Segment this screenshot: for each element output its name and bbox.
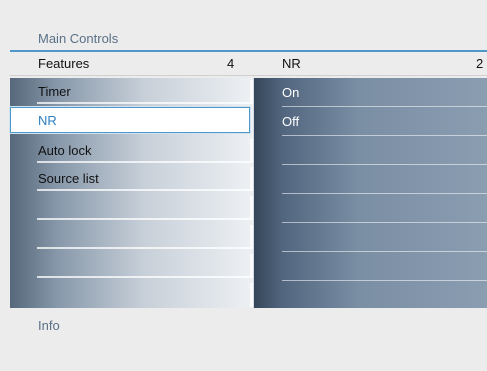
row-edge — [250, 196, 253, 220]
left-menu-title: Features — [38, 56, 90, 71]
row-separator — [37, 161, 253, 163]
row-edge — [250, 167, 253, 191]
row-separator — [37, 189, 253, 191]
menu-item-empty — [10, 194, 253, 220]
left-menu-count: 4 — [227, 56, 235, 71]
right-menu-count: 2 — [476, 56, 484, 71]
option-on[interactable]: On — [254, 78, 487, 107]
breadcrumb: Main Controls — [38, 31, 119, 46]
option-label: Off — [282, 114, 300, 129]
menu-item-auto-lock[interactable]: Auto lock — [10, 137, 253, 163]
menu-header: Features 4 NR 2 — [10, 52, 487, 76]
menu-item-timer[interactable]: Timer — [10, 78, 253, 104]
row-edge — [250, 139, 253, 163]
menu-item-nr[interactable]: NR — [10, 107, 250, 133]
row-edge — [250, 283, 253, 307]
menu-item-label: Source list — [38, 171, 99, 186]
option-empty — [254, 281, 487, 310]
menu-item-label: Auto lock — [38, 143, 92, 158]
menu-item-label: NR — [38, 113, 57, 128]
header-bottom-divider — [10, 75, 487, 76]
row-edge — [250, 80, 253, 104]
right-menu-title: NR — [282, 56, 301, 71]
option-empty — [254, 194, 487, 223]
info-label: Info — [38, 318, 60, 333]
menu-item-empty — [10, 252, 253, 278]
row-separator — [37, 102, 253, 104]
option-label: On — [282, 85, 300, 100]
row-edge — [250, 225, 253, 249]
option-off[interactable]: Off — [254, 107, 487, 136]
row-separator — [37, 276, 253, 278]
menu-item-empty — [10, 223, 253, 249]
row-edge — [250, 254, 253, 278]
option-empty — [254, 252, 487, 281]
menu-item-source-list[interactable]: Source list — [10, 165, 253, 191]
menu-item-label: Timer — [38, 84, 71, 99]
row-separator — [37, 247, 253, 249]
option-empty — [254, 136, 487, 165]
row-separator — [37, 218, 253, 220]
option-empty — [254, 165, 487, 194]
option-empty — [254, 223, 487, 252]
menu-item-empty — [10, 281, 253, 307]
